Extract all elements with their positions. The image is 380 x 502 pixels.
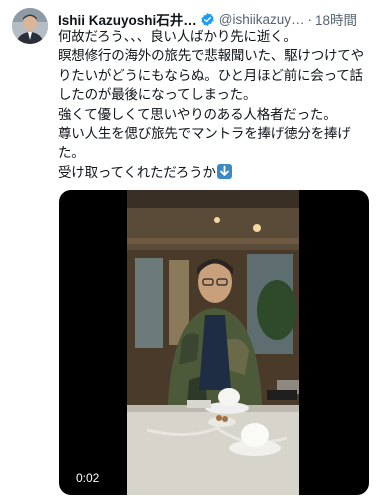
down-arrow-emoji-icon [216, 163, 232, 179]
author-name[interactable]: Ishii Kazuyoshi石井… [58, 9, 197, 29]
tweet-text: 何故だろう、、、良い人ばかり先に逝く。 瞑想修行の海外の旅先で悲報聞いた、駆けつ… [58, 28, 368, 183]
video-timestamp: 0:02 [71, 470, 105, 486]
timestamp-link[interactable]: 18時間 [315, 9, 357, 29]
tweet-text-line: したのが最後になってしまった。 [58, 87, 257, 104]
verified-badge-icon [200, 12, 215, 27]
video-frame [127, 190, 299, 495]
avatar[interactable] [12, 8, 48, 44]
tweet-text-line-last: 受け取ってくれただろうか [58, 163, 368, 183]
video-player[interactable]: 0:02 [59, 190, 369, 495]
tweet-text-line: た。 [58, 145, 85, 162]
tweet-header: Ishii Kazuyoshi石井… @ishiikazuy… · 18時間 [58, 9, 374, 29]
author-handle[interactable]: @ishiikazuy… [219, 12, 305, 27]
tweet-text-line: 瞑想修行の海外の旅先で悲報聞いた、駆けつけてや [58, 48, 364, 65]
tweet-text-line: 受け取ってくれただろうか [58, 164, 216, 181]
tweet-text-line: 強くて優しくて思いやりのある人格者だった。 [58, 106, 337, 123]
tweet-text-line: 尊い人生を偲び旅先でマントラを捧げ徳分を捧げ [58, 126, 351, 143]
tweet: Ishii Kazuyoshi石井… @ishiikazuy… · 18時間 何… [0, 0, 380, 502]
tweet-text-line: りたいがどうにもならぬ。ひと月ほど前に会って話 [58, 67, 363, 84]
header-separator: · [307, 11, 313, 27]
tweet-text-line: 何故だろう、、、良い人ばかり先に逝く。 [58, 29, 297, 45]
